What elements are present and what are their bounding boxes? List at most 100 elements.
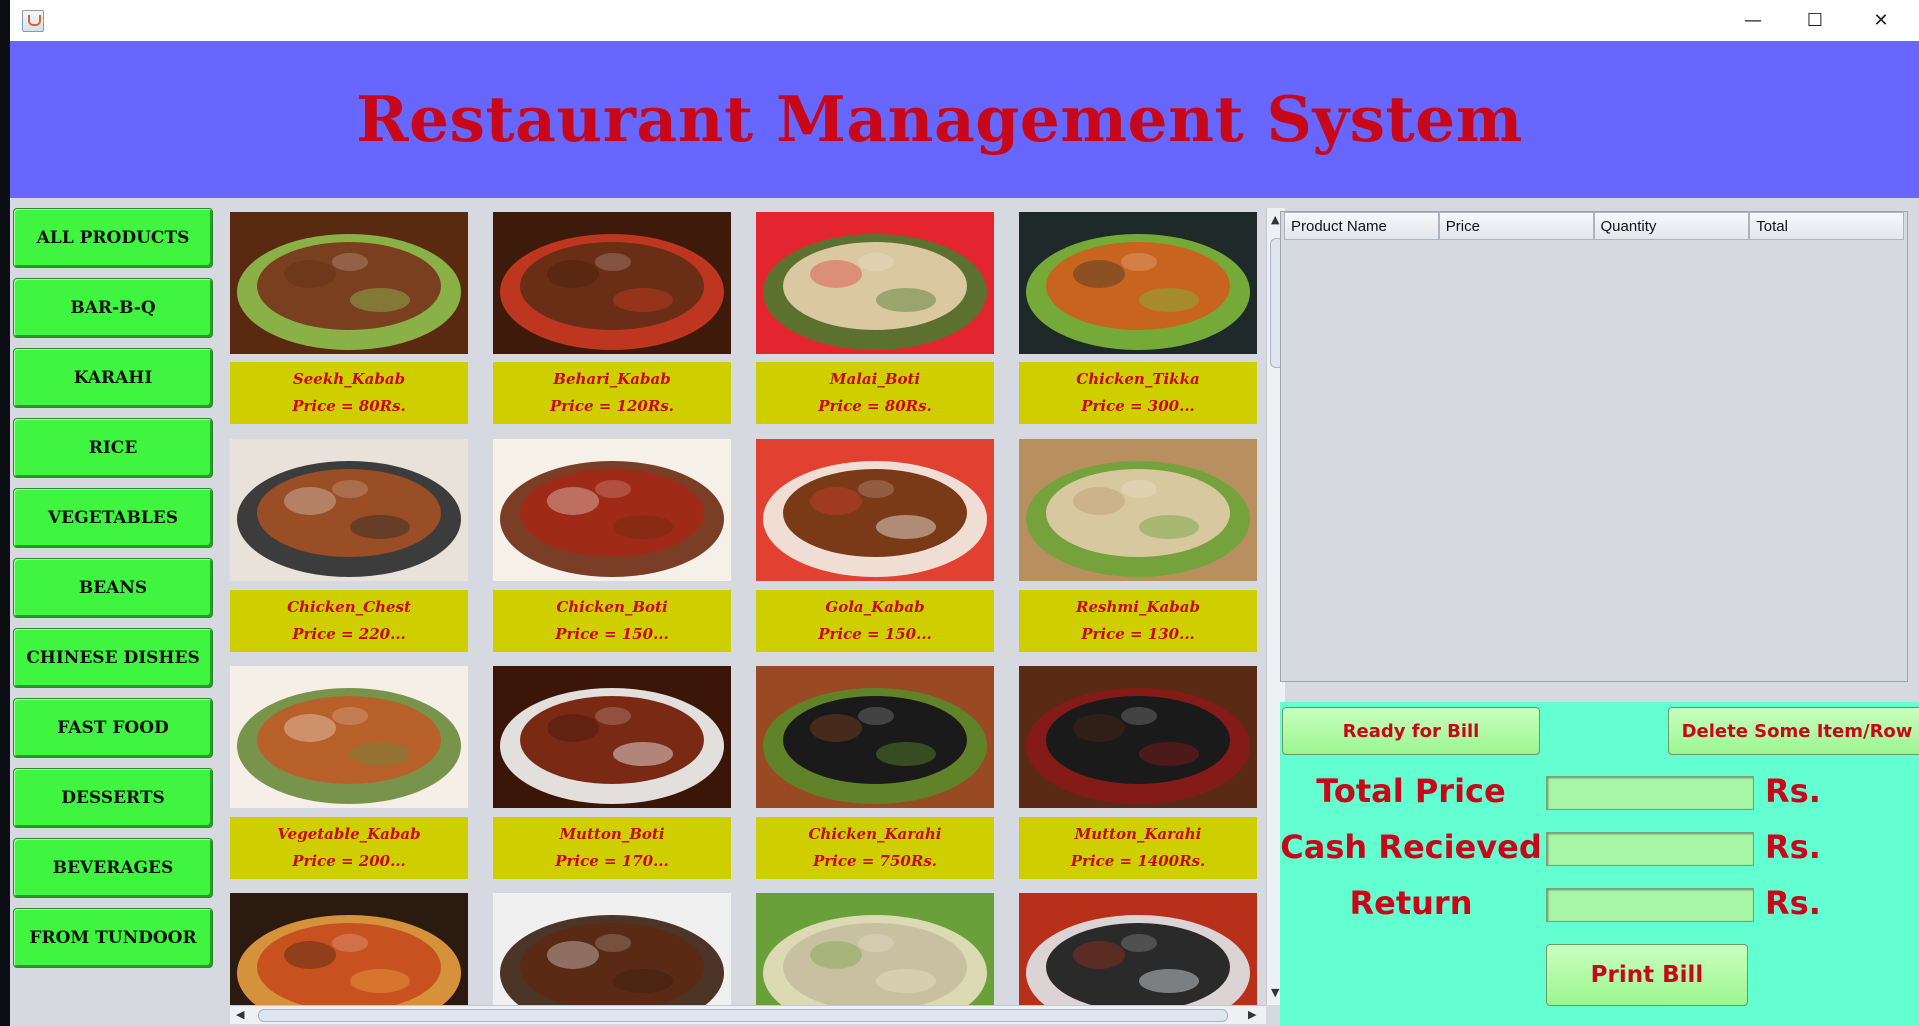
food-photo-icon bbox=[230, 893, 468, 1005]
product-info[interactable]: Chicken_Tikka Price = 300... bbox=[1019, 362, 1257, 424]
app-window: — ☐ ✕ Restaurant Management System ALL P… bbox=[10, 0, 1919, 1026]
food-photo-icon bbox=[756, 439, 994, 581]
product-image[interactable] bbox=[756, 666, 994, 808]
product-name: Malai_Boti bbox=[829, 370, 921, 388]
product-image[interactable] bbox=[1019, 439, 1257, 581]
product-name: Gola_Kabab bbox=[825, 598, 925, 616]
product-name: Chicken_Boti bbox=[556, 598, 668, 616]
product-image[interactable] bbox=[493, 666, 731, 808]
category-button-beans[interactable]: BEANS bbox=[13, 558, 213, 618]
column-header-quantity[interactable]: Quantity bbox=[1593, 212, 1750, 240]
product-info[interactable]: Seekh_Kabab Price = 80Rs. bbox=[230, 362, 468, 424]
column-header-price[interactable]: Price bbox=[1438, 212, 1594, 240]
product-image[interactable] bbox=[756, 893, 994, 1005]
category-button-rice[interactable]: RICE bbox=[13, 418, 213, 478]
currency-label: Rs. bbox=[1765, 828, 1821, 866]
food-photo-icon bbox=[756, 893, 994, 1005]
product-image[interactable] bbox=[230, 893, 468, 1005]
java-cup-icon[interactable] bbox=[22, 10, 44, 32]
product-image[interactable] bbox=[756, 439, 994, 581]
product-image[interactable] bbox=[493, 212, 731, 354]
billing-panel: Ready for Bill Delete Some Item/Row Tota… bbox=[1280, 702, 1919, 1026]
product-info[interactable]: Mutton_Karahi Price = 1400Rs. bbox=[1019, 817, 1257, 879]
close-button[interactable]: ✕ bbox=[1850, 0, 1912, 41]
food-photo-icon bbox=[1019, 439, 1257, 581]
product-info[interactable]: Gola_Kabab Price = 150... bbox=[756, 590, 994, 652]
return-field[interactable] bbox=[1546, 888, 1754, 922]
product-name: Chicken_Karahi bbox=[808, 825, 942, 843]
cash-received-field[interactable] bbox=[1546, 832, 1754, 866]
product-image[interactable] bbox=[230, 666, 468, 808]
scroll-up-icon[interactable]: ▲ bbox=[1271, 214, 1279, 226]
scroll-thumb[interactable] bbox=[258, 1009, 1228, 1022]
product-name: Chicken_Chest bbox=[287, 598, 411, 616]
horizontal-scrollbar[interactable]: ◀ ▶ bbox=[230, 1005, 1266, 1024]
category-button-karahi[interactable]: KARAHI bbox=[13, 348, 213, 408]
product-info[interactable]: Chicken_Boti Price = 150... bbox=[493, 590, 731, 652]
product-grid: Seekh_Kabab Price = 80Rs. Behari_Kabab Pric… bbox=[230, 208, 1266, 1005]
product-image[interactable] bbox=[1019, 893, 1257, 1005]
product-info[interactable]: Chicken_Karahi Price = 750Rs. bbox=[756, 817, 994, 879]
product-price: Price = 300... bbox=[1081, 397, 1195, 415]
product-price: Price = 200... bbox=[292, 852, 406, 870]
return-label: Return bbox=[1349, 884, 1473, 922]
product-info[interactable]: Chicken_Chest Price = 220... bbox=[230, 590, 468, 652]
scroll-right-icon[interactable]: ▶ bbox=[1248, 1009, 1256, 1021]
product-name: Reshmi_Kabab bbox=[1076, 598, 1200, 616]
product-image[interactable] bbox=[1019, 212, 1257, 354]
food-photo-icon bbox=[493, 439, 731, 581]
minimize-button[interactable]: — bbox=[1722, 0, 1784, 41]
food-photo-icon bbox=[493, 893, 731, 1005]
category-button-fast-food[interactable]: FAST FOOD bbox=[13, 698, 213, 758]
food-photo-icon bbox=[1019, 666, 1257, 808]
category-button-from-tundoor[interactable]: FROM TUNDOOR bbox=[13, 908, 213, 968]
product-info[interactable]: Mutton_Boti Price = 170... bbox=[493, 817, 731, 879]
ready-for-bill-button[interactable]: Ready for Bill bbox=[1282, 707, 1540, 755]
product-price: Price = 130... bbox=[1081, 625, 1195, 643]
order-table[interactable]: Product Name Price Quantity Total bbox=[1280, 211, 1908, 682]
product-price: Price = 80Rs. bbox=[818, 397, 932, 415]
food-photo-icon bbox=[493, 212, 731, 354]
title-bar: — ☐ ✕ bbox=[10, 0, 1919, 42]
column-header-total[interactable]: Total bbox=[1749, 212, 1904, 240]
product-info[interactable]: Malai_Boti Price = 80Rs. bbox=[756, 362, 994, 424]
category-button-vegetables[interactable]: VEGETABLES bbox=[13, 488, 213, 548]
total-price-field[interactable] bbox=[1546, 776, 1754, 810]
product-name: Behari_Kabab bbox=[553, 370, 671, 388]
print-bill-button[interactable]: Print Bill bbox=[1546, 944, 1748, 1006]
food-photo-icon bbox=[756, 212, 994, 354]
product-image[interactable] bbox=[230, 439, 468, 581]
category-button-bar-b-q[interactable]: BAR-B-Q bbox=[13, 278, 213, 338]
product-price: Price = 80Rs. bbox=[292, 397, 406, 415]
header-banner: Restaurant Management System bbox=[10, 41, 1919, 198]
category-button-desserts[interactable]: DESSERTS bbox=[13, 768, 213, 828]
product-info[interactable]: Behari_Kabab Price = 120Rs. bbox=[493, 362, 731, 424]
category-button-all-products[interactable]: ALL PRODUCTS bbox=[13, 208, 213, 268]
maximize-button[interactable]: ☐ bbox=[1784, 0, 1846, 41]
product-image[interactable] bbox=[493, 893, 731, 1005]
cash-received-label: Cash Recieved bbox=[1280, 828, 1542, 866]
product-image[interactable] bbox=[756, 212, 994, 354]
product-name: Mutton_Boti bbox=[559, 825, 665, 843]
product-image[interactable] bbox=[230, 212, 468, 354]
product-image[interactable] bbox=[493, 439, 731, 581]
table-header: Product Name Price Quantity Total bbox=[1284, 212, 1904, 242]
scroll-down-icon[interactable]: ▼ bbox=[1271, 987, 1279, 999]
product-name: Vegetable_Kabab bbox=[277, 825, 421, 843]
product-name: Chicken_Tikka bbox=[1076, 370, 1200, 388]
food-photo-icon bbox=[230, 212, 468, 354]
column-header-product-name[interactable]: Product Name bbox=[1284, 212, 1439, 240]
product-price: Price = 170... bbox=[555, 852, 669, 870]
currency-label: Rs. bbox=[1765, 772, 1821, 810]
product-image[interactable] bbox=[1019, 666, 1257, 808]
food-photo-icon bbox=[756, 666, 994, 808]
food-photo-icon bbox=[1019, 212, 1257, 354]
scroll-left-icon[interactable]: ◀ bbox=[236, 1009, 244, 1021]
category-button-beverages[interactable]: BEVERAGES bbox=[13, 838, 213, 898]
category-button-chinese-dishes[interactable]: CHINESE DISHES bbox=[13, 628, 213, 688]
delete-row-button[interactable]: Delete Some Item/Row bbox=[1668, 707, 1919, 755]
total-price-label: Total Price bbox=[1316, 772, 1506, 810]
product-info[interactable]: Reshmi_Kabab Price = 130... bbox=[1019, 590, 1257, 652]
currency-label: Rs. bbox=[1765, 884, 1821, 922]
product-info[interactable]: Vegetable_Kabab Price = 200... bbox=[230, 817, 468, 879]
